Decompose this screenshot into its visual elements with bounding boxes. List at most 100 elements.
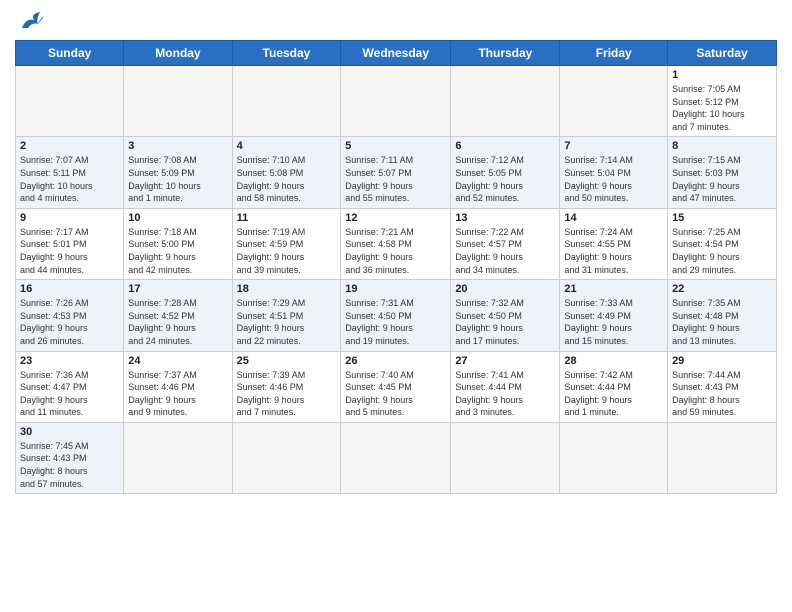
calendar-week-5: 23Sunrise: 7:36 AM Sunset: 4:47 PM Dayli… bbox=[16, 351, 777, 422]
calendar-cell: 20 Sunrise: 7:32 AM Sunset: 4:50 PM Dayli… bbox=[451, 280, 560, 351]
day-info: Sunrise: 7:17 AM Sunset: 5:01 PM Dayligh… bbox=[20, 226, 119, 276]
weekday-header-wednesday: Wednesday bbox=[341, 41, 451, 66]
day-number: 27 bbox=[455, 355, 555, 367]
day-info: Sunrise: 7:28 AM Sunset: 4:52 PM Dayligh… bbox=[128, 297, 227, 347]
day-number: 24 bbox=[128, 355, 227, 367]
calendar-cell: 28Sunrise: 7:42 AM Sunset: 4:44 PM Dayli… bbox=[560, 351, 668, 422]
day-number: 15 bbox=[672, 212, 772, 224]
calendar-cell: 16 Sunrise: 7:26 AM Sunset: 4:53 PM Dayli… bbox=[16, 280, 124, 351]
day-info: Sunrise: 7:11 AM Sunset: 5:07 PM Dayligh… bbox=[345, 154, 446, 204]
day-number: 9 bbox=[20, 212, 119, 224]
calendar-cell: 6 Sunrise: 7:12 AM Sunset: 5:05 PM Daylig… bbox=[451, 137, 560, 208]
day-number: 6 bbox=[455, 140, 555, 152]
day-info: Sunrise: 7:26 AM Sunset: 4:53 PM Dayligh… bbox=[20, 297, 119, 347]
weekday-header-saturday: Saturday bbox=[668, 41, 777, 66]
calendar-cell: 7 Sunrise: 7:14 AM Sunset: 5:04 PM Daylig… bbox=[560, 137, 668, 208]
day-number: 29 bbox=[672, 355, 772, 367]
calendar-cell bbox=[124, 422, 232, 493]
calendar-cell: 12 Sunrise: 7:21 AM Sunset: 4:58 PM Dayli… bbox=[341, 208, 451, 279]
day-number: 30 bbox=[20, 426, 119, 438]
calendar-cell bbox=[451, 66, 560, 137]
day-number: 5 bbox=[345, 140, 446, 152]
day-info: Sunrise: 7:05 AM Sunset: 5:12 PM Dayligh… bbox=[672, 83, 772, 133]
day-number: 14 bbox=[564, 212, 663, 224]
day-number: 22 bbox=[672, 283, 772, 295]
calendar-cell: 4Sunrise: 7:10 AM Sunset: 5:08 PM Daylig… bbox=[232, 137, 341, 208]
day-number: 20 bbox=[455, 283, 555, 295]
calendar-header: SundayMondayTuesdayWednesdayThursdayFrid… bbox=[16, 41, 777, 66]
calendar-cell: 14 Sunrise: 7:24 AM Sunset: 4:55 PM Dayli… bbox=[560, 208, 668, 279]
day-info: Sunrise: 7:21 AM Sunset: 4:58 PM Dayligh… bbox=[345, 226, 446, 276]
day-info: Sunrise: 7:19 AM Sunset: 4:59 PM Dayligh… bbox=[237, 226, 337, 276]
calendar-cell: 21 Sunrise: 7:33 AM Sunset: 4:49 PM Dayli… bbox=[560, 280, 668, 351]
calendar: SundayMondayTuesdayWednesdayThursdayFrid… bbox=[15, 40, 777, 494]
weekday-header-friday: Friday bbox=[560, 41, 668, 66]
calendar-cell: 18Sunrise: 7:29 AM Sunset: 4:51 PM Dayli… bbox=[232, 280, 341, 351]
calendar-cell: 24 Sunrise: 7:37 AM Sunset: 4:46 PM Dayli… bbox=[124, 351, 232, 422]
calendar-cell: 13 Sunrise: 7:22 AM Sunset: 4:57 PM Dayli… bbox=[451, 208, 560, 279]
calendar-cell bbox=[341, 422, 451, 493]
calendar-cell: 30 Sunrise: 7:45 AM Sunset: 4:43 PM Dayli… bbox=[16, 422, 124, 493]
day-number: 1 bbox=[672, 69, 772, 81]
day-number: 12 bbox=[345, 212, 446, 224]
day-info: Sunrise: 7:42 AM Sunset: 4:44 PM Dayligh… bbox=[564, 369, 663, 419]
calendar-cell bbox=[124, 66, 232, 137]
page: SundayMondayTuesdayWednesdayThursdayFrid… bbox=[0, 0, 792, 509]
calendar-week-4: 16 Sunrise: 7:26 AM Sunset: 4:53 PM Dayli… bbox=[16, 280, 777, 351]
weekday-header-thursday: Thursday bbox=[451, 41, 560, 66]
day-info: Sunrise: 7:39 AM Sunset: 4:46 PM Dayligh… bbox=[237, 369, 337, 419]
calendar-week-6: 30 Sunrise: 7:45 AM Sunset: 4:43 PM Dayli… bbox=[16, 422, 777, 493]
day-info: Sunrise: 7:12 AM Sunset: 5:05 PM Dayligh… bbox=[455, 154, 555, 204]
day-info: Sunrise: 7:14 AM Sunset: 5:04 PM Dayligh… bbox=[564, 154, 663, 204]
day-number: 7 bbox=[564, 140, 663, 152]
day-info: Sunrise: 7:33 AM Sunset: 4:49 PM Dayligh… bbox=[564, 297, 663, 347]
day-number: 19 bbox=[345, 283, 446, 295]
day-info: Sunrise: 7:41 AM Sunset: 4:44 PM Dayligh… bbox=[455, 369, 555, 419]
calendar-cell: 19 Sunrise: 7:31 AM Sunset: 4:50 PM Dayli… bbox=[341, 280, 451, 351]
weekday-header-sunday: Sunday bbox=[16, 41, 124, 66]
calendar-body: 1 Sunrise: 7:05 AM Sunset: 5:12 PM Daylig… bbox=[16, 66, 777, 494]
day-info: Sunrise: 7:31 AM Sunset: 4:50 PM Dayligh… bbox=[345, 297, 446, 347]
day-info: Sunrise: 7:37 AM Sunset: 4:46 PM Dayligh… bbox=[128, 369, 227, 419]
calendar-cell: 9 Sunrise: 7:17 AM Sunset: 5:01 PM Daylig… bbox=[16, 208, 124, 279]
day-number: 18 bbox=[237, 283, 337, 295]
calendar-cell bbox=[232, 422, 341, 493]
calendar-cell: 11 Sunrise: 7:19 AM Sunset: 4:59 PM Dayli… bbox=[232, 208, 341, 279]
calendar-cell bbox=[560, 422, 668, 493]
day-info: Sunrise: 7:18 AM Sunset: 5:00 PM Dayligh… bbox=[128, 226, 227, 276]
calendar-cell: 27 Sunrise: 7:41 AM Sunset: 4:44 PM Dayli… bbox=[451, 351, 560, 422]
weekday-header-tuesday: Tuesday bbox=[232, 41, 341, 66]
day-number: 21 bbox=[564, 283, 663, 295]
logo bbox=[15, 10, 46, 32]
day-info: Sunrise: 7:45 AM Sunset: 4:43 PM Dayligh… bbox=[20, 440, 119, 490]
day-info: Sunrise: 7:24 AM Sunset: 4:55 PM Dayligh… bbox=[564, 226, 663, 276]
calendar-week-3: 9 Sunrise: 7:17 AM Sunset: 5:01 PM Daylig… bbox=[16, 208, 777, 279]
day-number: 13 bbox=[455, 212, 555, 224]
day-number: 16 bbox=[20, 283, 119, 295]
day-info: Sunrise: 7:22 AM Sunset: 4:57 PM Dayligh… bbox=[455, 226, 555, 276]
day-info: Sunrise: 7:25 AM Sunset: 4:54 PM Dayligh… bbox=[672, 226, 772, 276]
calendar-cell bbox=[451, 422, 560, 493]
day-info: Sunrise: 7:44 AM Sunset: 4:43 PM Dayligh… bbox=[672, 369, 772, 419]
day-number: 2 bbox=[20, 140, 119, 152]
calendar-cell: 25Sunrise: 7:39 AM Sunset: 4:46 PM Dayli… bbox=[232, 351, 341, 422]
calendar-cell: 8Sunrise: 7:15 AM Sunset: 5:03 PM Daylig… bbox=[668, 137, 777, 208]
calendar-cell: 3Sunrise: 7:08 AM Sunset: 5:09 PM Daylig… bbox=[124, 137, 232, 208]
logo-bird-icon bbox=[18, 10, 46, 32]
calendar-cell: 26Sunrise: 7:40 AM Sunset: 4:45 PM Dayli… bbox=[341, 351, 451, 422]
calendar-cell: 5 Sunrise: 7:11 AM Sunset: 5:07 PM Daylig… bbox=[341, 137, 451, 208]
day-info: Sunrise: 7:36 AM Sunset: 4:47 PM Dayligh… bbox=[20, 369, 119, 419]
day-number: 26 bbox=[345, 355, 446, 367]
day-number: 11 bbox=[237, 212, 337, 224]
day-info: Sunrise: 7:10 AM Sunset: 5:08 PM Dayligh… bbox=[237, 154, 337, 204]
weekday-header-monday: Monday bbox=[124, 41, 232, 66]
calendar-week-1: 1 Sunrise: 7:05 AM Sunset: 5:12 PM Daylig… bbox=[16, 66, 777, 137]
calendar-week-2: 2Sunrise: 7:07 AM Sunset: 5:11 PM Daylig… bbox=[16, 137, 777, 208]
calendar-cell: 15 Sunrise: 7:25 AM Sunset: 4:54 PM Dayli… bbox=[668, 208, 777, 279]
day-info: Sunrise: 7:15 AM Sunset: 5:03 PM Dayligh… bbox=[672, 154, 772, 204]
header bbox=[15, 10, 777, 32]
day-number: 3 bbox=[128, 140, 227, 152]
day-info: Sunrise: 7:32 AM Sunset: 4:50 PM Dayligh… bbox=[455, 297, 555, 347]
calendar-cell: 22Sunrise: 7:35 AM Sunset: 4:48 PM Dayli… bbox=[668, 280, 777, 351]
calendar-cell: 17Sunrise: 7:28 AM Sunset: 4:52 PM Dayli… bbox=[124, 280, 232, 351]
